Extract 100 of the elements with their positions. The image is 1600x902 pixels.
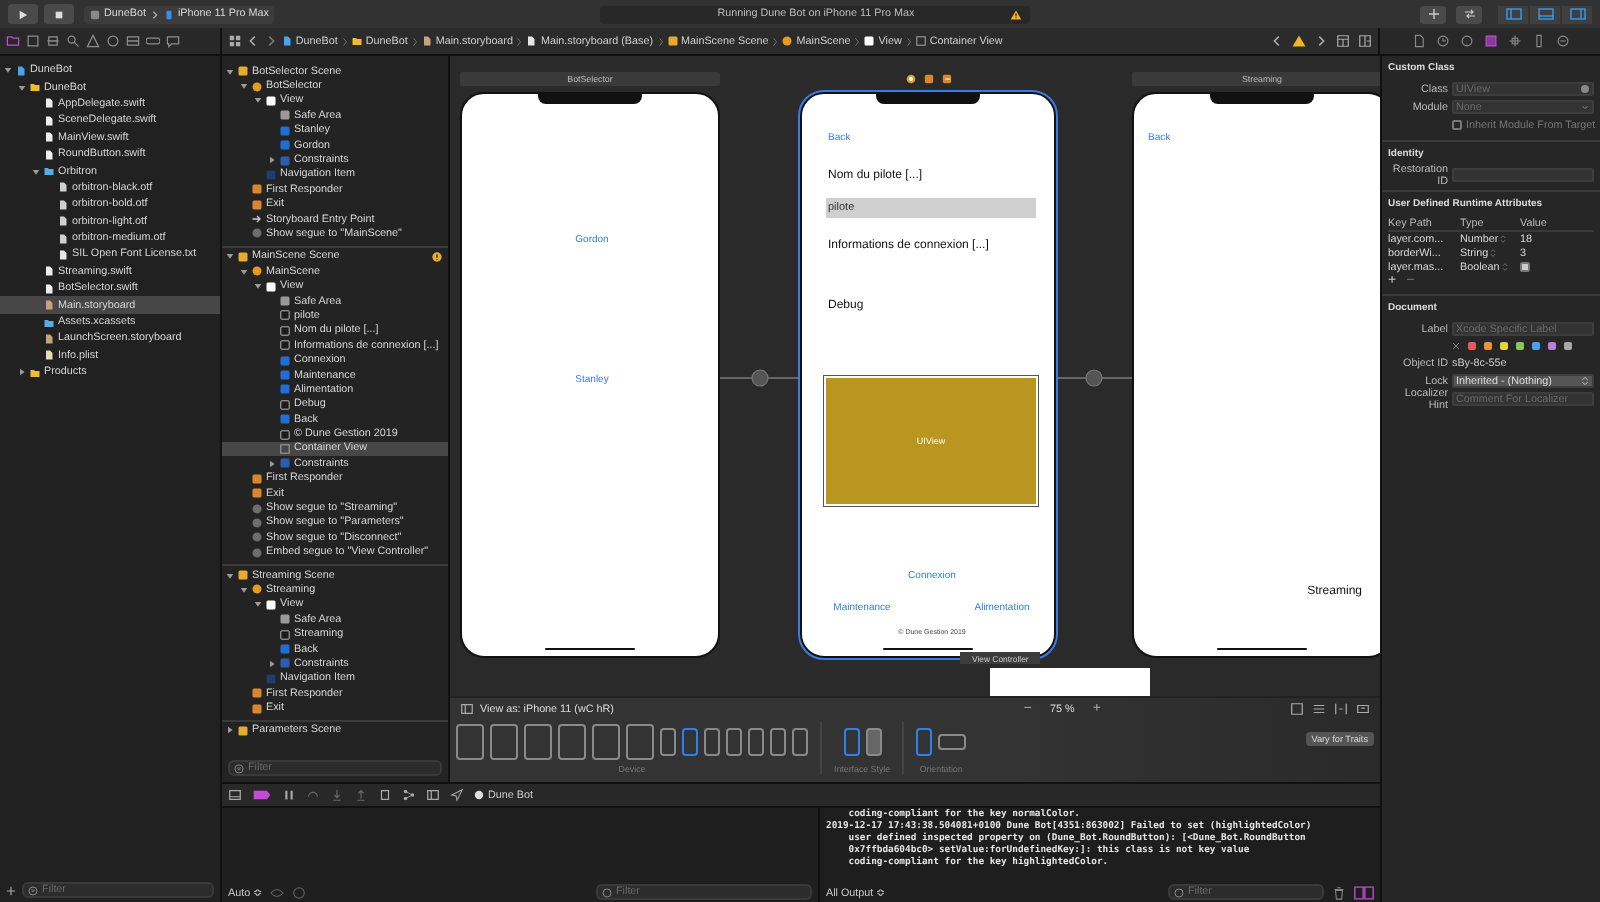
filter-icon <box>234 763 244 773</box>
warning-badge-icon[interactable] <box>432 251 442 262</box>
trash-icon[interactable] <box>1332 885 1346 899</box>
identity-icon[interactable] <box>1483 34 1498 48</box>
hide-panel-icon[interactable] <box>228 788 242 802</box>
square-icon <box>280 110 290 121</box>
color-swatch[interactable] <box>1548 342 1556 350</box>
interface-style-button[interactable] <box>865 728 882 756</box>
checkbox[interactable] <box>1520 262 1530 272</box>
navigator-tab[interactable] <box>146 34 160 48</box>
folder-icon <box>30 82 40 93</box>
warning-icon[interactable] <box>1292 34 1307 48</box>
run-button[interactable] <box>8 4 38 24</box>
device-button[interactable] <box>748 728 764 756</box>
device-button[interactable] <box>558 724 586 760</box>
color-swatch[interactable] <box>1484 342 1492 350</box>
device-button[interactable] <box>524 724 552 760</box>
add-editor-icon[interactable] <box>1358 34 1373 48</box>
navigator-tab[interactable] <box>26 34 40 48</box>
color-swatch[interactable] <box>1516 342 1524 350</box>
add-icon[interactable] <box>6 885 16 895</box>
sidebar-icon[interactable] <box>460 702 474 716</box>
square-icon <box>915 36 926 46</box>
embed-icon[interactable] <box>1356 702 1370 716</box>
library-button[interactable] <box>1420 5 1446 23</box>
disclosure-triangle-icon[interactable] <box>268 459 276 468</box>
device-button[interactable] <box>660 728 676 756</box>
circle-icon <box>782 36 793 46</box>
code-review-button[interactable] <box>1456 5 1482 23</box>
swap-arrows-icon <box>1463 8 1475 20</box>
square-icon <box>252 199 262 210</box>
left-panel-icon <box>1505 8 1521 20</box>
eye-icon[interactable] <box>269 885 284 899</box>
square-icon <box>280 658 290 669</box>
view-hierarchy-icon[interactable] <box>378 788 392 802</box>
help-icon[interactable] <box>1459 34 1474 48</box>
device-button[interactable] <box>792 728 808 756</box>
split-view-icon[interactable] <box>1354 885 1374 899</box>
navigator-tab[interactable] <box>46 34 60 48</box>
disclosure-triangle-icon[interactable] <box>226 726 234 735</box>
color-swatch[interactable] <box>1564 342 1572 350</box>
disclosure-triangle-icon[interactable] <box>268 156 276 165</box>
editor-options-icon[interactable] <box>1336 34 1351 48</box>
environment-icon[interactable] <box>426 788 440 802</box>
navigator-tab[interactable] <box>66 34 80 48</box>
navigator-tab[interactable] <box>86 34 100 48</box>
info-icon[interactable] <box>291 885 306 899</box>
square-icon <box>238 725 248 736</box>
circle-icon[interactable] <box>905 74 915 84</box>
color-swatch[interactable] <box>1500 342 1508 350</box>
grid-icon[interactable] <box>227 34 242 48</box>
debug-area-toggle[interactable] <box>1530 5 1560 23</box>
color-swatch[interactable] <box>1468 342 1476 350</box>
disclosure-triangle-icon[interactable] <box>18 368 26 377</box>
segue-arrow[interactable] <box>1056 368 1132 388</box>
orientation-button[interactable] <box>916 728 933 756</box>
breakpoint-icon[interactable] <box>252 788 272 802</box>
step-over-icon[interactable] <box>306 788 320 802</box>
navigator-toggle[interactable] <box>1498 5 1528 23</box>
cube-icon[interactable] <box>923 74 933 84</box>
navigator-tab[interactable] <box>166 34 180 48</box>
interface-style-button[interactable] <box>843 728 860 756</box>
device-button[interactable] <box>490 724 518 760</box>
pause-icon[interactable] <box>282 788 296 802</box>
inspector-toggle[interactable] <box>1562 5 1592 23</box>
segue-arrow[interactable] <box>720 368 800 388</box>
clock-icon[interactable] <box>1435 34 1450 48</box>
file-icon[interactable] <box>1411 34 1426 48</box>
device-button[interactable] <box>592 724 620 760</box>
device-button[interactable] <box>726 728 742 756</box>
step-into-icon[interactable] <box>330 788 344 802</box>
checkbox[interactable] <box>1452 120 1462 130</box>
square-icon <box>252 688 262 699</box>
color-swatch[interactable] <box>1532 342 1540 350</box>
location-icon[interactable] <box>450 788 464 802</box>
navigator-tab[interactable] <box>6 34 20 48</box>
warning-icon[interactable] <box>1010 9 1023 19</box>
file-icon <box>421 36 432 46</box>
disclosure-triangle-icon[interactable] <box>268 659 276 668</box>
exit-icon[interactable] <box>941 74 951 84</box>
pin-icon[interactable] <box>1334 702 1348 716</box>
device-button[interactable] <box>704 728 720 756</box>
attributes-icon[interactable] <box>1507 34 1522 48</box>
device-button[interactable] <box>770 728 786 756</box>
stop-button[interactable] <box>44 4 74 24</box>
device-button[interactable] <box>682 728 698 756</box>
align-icon[interactable] <box>1312 702 1326 716</box>
circle-icon <box>252 81 262 92</box>
navigator-tab[interactable] <box>126 34 140 48</box>
no-color-icon[interactable] <box>1452 342 1460 350</box>
device-button[interactable] <box>456 724 484 760</box>
circle-icon <box>252 532 262 543</box>
device-button[interactable] <box>626 724 654 760</box>
square-icon <box>280 443 290 454</box>
update-frames-icon[interactable] <box>1290 702 1304 716</box>
ruler-icon[interactable] <box>1531 34 1546 48</box>
memory-graph-icon[interactable] <box>402 788 416 802</box>
orientation-button[interactable] <box>938 734 967 750</box>
connections-icon[interactable] <box>1555 34 1570 48</box>
navigator-tab[interactable] <box>106 34 120 48</box>
